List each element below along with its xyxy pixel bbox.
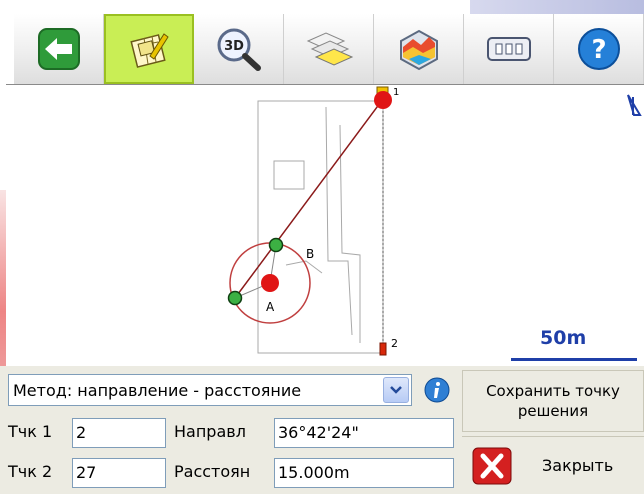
scale-bar xyxy=(511,358,637,361)
info-icon xyxy=(424,377,450,403)
chevron-down-icon xyxy=(390,386,402,394)
map-canvas[interactable]: 1 2 A B 50m xyxy=(6,84,644,366)
point-a-label: A xyxy=(266,300,275,314)
direction-label: Направл xyxy=(174,422,246,441)
map-drawing: 1 2 A B xyxy=(227,86,642,356)
toolbar: 3D ? xyxy=(14,14,644,84)
point-2-marker[interactable] xyxy=(379,342,387,356)
save-button-line2: решения xyxy=(517,402,589,420)
layers-button[interactable] xyxy=(284,14,374,84)
solution-point[interactable] xyxy=(227,290,243,306)
method-select[interactable]: Метод: направление - расстояние xyxy=(8,374,412,406)
direction-line xyxy=(234,98,384,299)
parcel-outlines xyxy=(257,100,384,354)
help-icon: ? xyxy=(577,28,620,70)
point-2-label: 2 xyxy=(391,337,398,350)
3d-view-button[interactable]: 3D xyxy=(194,14,284,84)
back-button[interactable] xyxy=(14,14,104,84)
save-button-line1: Сохранить точку xyxy=(486,382,620,400)
help-button[interactable]: ? xyxy=(554,14,644,84)
north-arrow-icon xyxy=(627,94,642,116)
point-1-label: 1 xyxy=(393,87,399,98)
point-b-label: B xyxy=(306,247,314,261)
point-1[interactable] xyxy=(374,91,392,109)
close-button-label: Закрыть xyxy=(542,456,614,475)
distance-field[interactable]: 15.000m xyxy=(274,458,454,488)
surface-button[interactable] xyxy=(374,14,464,84)
point-a[interactable] xyxy=(261,274,279,292)
layers-icon xyxy=(306,32,353,66)
map-edit-button[interactable] xyxy=(104,14,194,84)
3d-zoom-icon: 3D xyxy=(217,28,261,71)
scale-label: 50m xyxy=(540,327,587,349)
bottom-panel: Метод: направление - расстояние Сохранит… xyxy=(0,366,644,494)
close-button[interactable]: Закрыть xyxy=(462,436,644,494)
point-b[interactable] xyxy=(268,237,284,253)
close-icon xyxy=(472,447,512,484)
dropdown-button[interactable] xyxy=(383,377,409,403)
back-arrow-icon xyxy=(37,28,80,70)
distance-label: Расстоян xyxy=(174,462,251,481)
help-label: ? xyxy=(591,35,606,65)
point1-field[interactable]: 2 xyxy=(72,418,166,448)
point2-label: Тчк 2 xyxy=(8,462,53,481)
3d-label: 3D xyxy=(224,39,244,54)
background-stripe-top xyxy=(470,0,644,14)
keyboard-button[interactable] xyxy=(464,14,554,84)
map-edit-icon xyxy=(130,33,169,68)
3d-surface-icon xyxy=(399,29,438,71)
save-solution-button[interactable]: Сохранить точку решения xyxy=(462,370,644,432)
point2-field[interactable]: 27 xyxy=(72,458,166,488)
method-value: Метод: направление - расстояние xyxy=(13,380,302,400)
info-button[interactable] xyxy=(424,377,450,403)
point1-label: Тчк 1 xyxy=(8,422,53,441)
direction-field[interactable]: 36°42'24" xyxy=(274,418,454,448)
keyboard-icon xyxy=(486,37,531,61)
